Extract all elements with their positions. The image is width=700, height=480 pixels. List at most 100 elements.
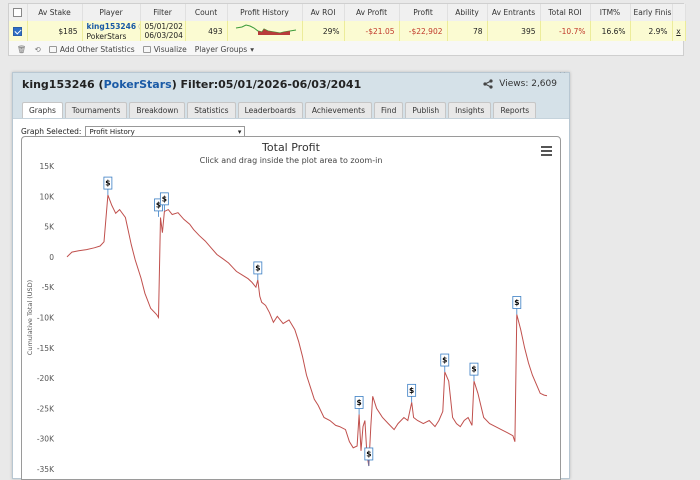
y-axis-label: Cumulative Total (USD)	[26, 280, 34, 355]
visualize-icon	[142, 45, 151, 53]
tab-bar: Graphs Tournaments Breakdown Statistics …	[22, 102, 537, 118]
tab-statistics[interactable]: Statistics	[187, 102, 236, 118]
graph-selected-label: Graph Selected:	[21, 127, 82, 136]
cash-flag-marker[interactable]: $	[159, 192, 169, 206]
stats-table-container: Av Stake Player Filter Count Profit Hist…	[8, 3, 686, 57]
cash-flag-label: $	[514, 298, 519, 307]
cash-flag-marker[interactable]: $	[512, 296, 522, 309]
title-site-link[interactable]: PokerStars	[104, 78, 172, 91]
col-header-ability[interactable]: Ability	[447, 4, 488, 21]
cash-flag-marker[interactable]: $	[440, 353, 450, 367]
cell-profit-history	[227, 21, 303, 41]
col-header-profit[interactable]: Profit	[399, 4, 448, 21]
cash-flag-label: $	[162, 194, 167, 203]
y-tick-label: 5K	[44, 223, 55, 232]
col-header-remove	[672, 4, 686, 21]
add-stats-button[interactable]: Add Other Statistics	[48, 45, 135, 54]
player-site: PokerStars	[86, 31, 127, 41]
cash-flag-label: $	[471, 365, 476, 374]
tab-reports[interactable]: Reports	[493, 102, 537, 118]
visualize-button[interactable]: Visualize	[142, 44, 187, 54]
select-all-header[interactable]	[9, 4, 28, 21]
cell-av-roi: 29%	[302, 21, 345, 41]
cell-av-entrants: 395	[487, 21, 541, 41]
cash-flag-label: $	[366, 449, 371, 458]
row-checkbox-cell[interactable]	[9, 21, 28, 41]
tab-breakdown[interactable]: Breakdown	[129, 102, 186, 118]
chart-container[interactable]: Total Profit Click and drag inside the p…	[21, 136, 561, 480]
cash-flag-marker[interactable]: $	[354, 396, 364, 409]
col-header-av-roi[interactable]: Av ROI	[302, 4, 345, 21]
profit-history-sparkline	[235, 24, 296, 35]
stats-toolbar: 🗑 ⟲ Add Other Statistics Visualize Playe…	[9, 41, 683, 57]
cell-early-finish: 2.9%	[630, 21, 673, 41]
series-line-total-profit	[66, 194, 548, 467]
chart-subtitle: Click and drag inside the plot area to z…	[199, 156, 383, 165]
cell-av-profit: -$21.05	[344, 21, 400, 41]
cash-flag-marker[interactable]: $	[469, 362, 479, 376]
col-header-itm[interactable]: ITM%	[590, 4, 631, 21]
select-all-checkbox[interactable]	[13, 8, 23, 18]
views-counter: Views: 2,609	[483, 79, 557, 89]
table-row[interactable]: $185 king153246 ⓘ PokerStars 05/01/202 0…	[9, 21, 686, 41]
col-header-av-profit[interactable]: Av Profit	[344, 4, 400, 21]
title-filter: Filter:05/01/2026-06/03/2041	[180, 78, 362, 91]
col-header-count[interactable]: Count	[185, 4, 228, 21]
row-checkbox[interactable]	[13, 26, 23, 36]
cash-flag-marker[interactable]: $	[407, 383, 417, 397]
remove-row-button[interactable]: x	[672, 21, 686, 41]
cell-av-stake: $185	[27, 21, 83, 41]
title-player: king153246	[22, 78, 95, 91]
col-header-player[interactable]: Player	[82, 4, 141, 21]
cell-player: king153246 ⓘ PokerStars	[82, 21, 141, 41]
y-tick-label: -5K	[42, 283, 55, 292]
cell-itm: 16.6%	[590, 21, 631, 41]
y-tick-label: 10K	[40, 192, 56, 201]
col-header-profit-history[interactable]: Profit History	[227, 4, 303, 21]
col-header-early-finish[interactable]: Early Finish	[630, 4, 673, 21]
y-tick-label: -10K	[37, 314, 55, 323]
player-link[interactable]: king153246	[87, 22, 137, 31]
cash-flag-marker[interactable]: $	[103, 176, 113, 190]
visualize-label: Visualize	[153, 44, 187, 54]
cash-flag-marker[interactable]: $	[253, 261, 263, 275]
y-tick-label: -25K	[37, 404, 55, 413]
y-tick-label: -30K	[37, 435, 55, 444]
filter-to: 06/03/204	[144, 31, 183, 40]
col-header-filter[interactable]: Filter	[140, 4, 186, 21]
chevron-down-icon: ▾	[250, 44, 254, 54]
col-header-av-stake[interactable]: Av Stake	[27, 4, 83, 21]
stats-table: Av Stake Player Filter Count Profit Hist…	[9, 4, 686, 41]
trash-icon[interactable]: 🗑	[17, 45, 27, 54]
tab-insights[interactable]: Insights	[448, 102, 492, 118]
cell-total-roi: -10.7%	[540, 21, 591, 41]
filter-from: 05/01/202	[144, 22, 183, 31]
chevron-down-icon: ▾	[237, 127, 242, 136]
tab-publish[interactable]: Publish	[405, 102, 447, 118]
tab-achievements[interactable]: Achievements	[304, 102, 372, 118]
player-groups-dropdown[interactable]: Player Groups ▾	[195, 45, 254, 54]
tab-tournaments[interactable]: Tournaments	[64, 102, 128, 118]
cash-flag-marker[interactable]: $	[364, 447, 374, 461]
col-header-total-roi[interactable]: Total ROI	[540, 4, 591, 21]
add-stats-icon	[48, 45, 57, 53]
refresh-icon[interactable]: ⟲	[35, 45, 41, 54]
cash-flag-label: $	[356, 398, 361, 407]
cash-flag-label: $	[442, 356, 447, 365]
share-icon[interactable]	[483, 79, 493, 89]
col-header-av-entrants[interactable]: Av Entrants	[487, 4, 541, 21]
profit-chart[interactable]: Cumulative Total (USD)15K10K5K0-5K-10K-1…	[22, 137, 560, 479]
player-panel: × king153246 (PokerStars) Filter:05/01/2…	[12, 71, 570, 480]
y-tick-label: -20K	[37, 374, 55, 383]
y-tick-label: -35K	[37, 465, 55, 474]
tab-find[interactable]: Find	[374, 102, 404, 118]
panel-header: king153246 (PokerStars) Filter:05/01/202…	[13, 73, 569, 119]
player-groups-label: Player Groups	[194, 44, 248, 54]
cell-count: 493	[185, 21, 228, 41]
menu-icon[interactable]	[541, 146, 552, 158]
chart-title: Total Profit	[262, 141, 320, 154]
tab-graphs[interactable]: Graphs	[22, 102, 63, 118]
tab-leaderboards[interactable]: Leaderboards	[237, 102, 303, 118]
views-label: Views: 2,609	[499, 79, 557, 89]
cash-flag-label: $	[409, 386, 414, 395]
